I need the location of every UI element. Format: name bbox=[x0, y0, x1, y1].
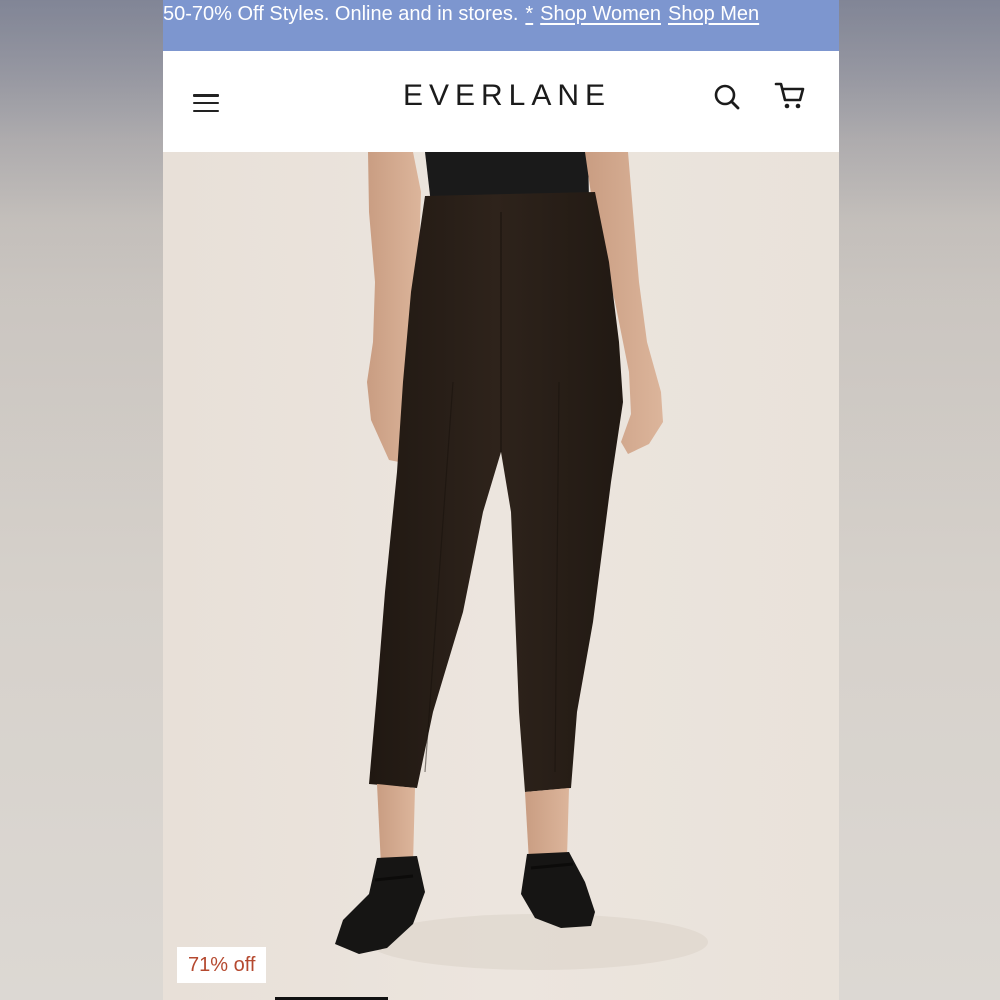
discount-badge: 71% off bbox=[177, 947, 267, 983]
backdrop-left bbox=[0, 0, 163, 1000]
cart-icon bbox=[774, 82, 805, 109]
site-header: EVERLANE bbox=[163, 51, 839, 152]
product-photo bbox=[335, 152, 708, 970]
cart-button[interactable] bbox=[773, 79, 807, 113]
search-icon bbox=[714, 84, 740, 110]
mobile-screen: 50-70% Off Styles. Online and in stores.… bbox=[163, 0, 839, 1000]
product-image[interactable]: 71% off bbox=[163, 152, 839, 1000]
promo-details-link[interactable]: * bbox=[525, 0, 533, 28]
promo-text: 50-70% Off Styles. Online and in stores. bbox=[163, 3, 519, 25]
shop-women-link[interactable]: Shop Women bbox=[540, 0, 661, 28]
search-button[interactable] bbox=[711, 81, 743, 113]
promo-banner: 50-70% Off Styles. Online and in stores.… bbox=[163, 0, 839, 51]
shop-men-link[interactable]: Shop Men bbox=[668, 0, 759, 28]
backdrop-right bbox=[839, 0, 1000, 1000]
